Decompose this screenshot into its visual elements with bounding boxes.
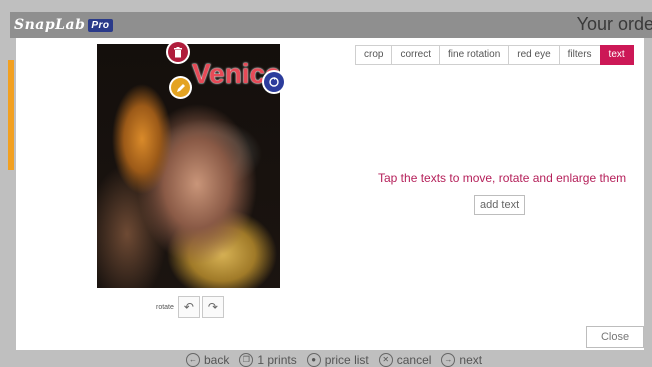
rotate-right-button[interactable]: ↷	[201, 296, 224, 318]
cancel-icon: ✕	[378, 352, 393, 367]
cancel-button[interactable]: ✕ cancel	[378, 352, 432, 367]
tab-fine-rotation[interactable]: fine rotation	[439, 45, 510, 65]
close-button[interactable]: Close	[586, 326, 644, 348]
cancel-label: cancel	[396, 352, 432, 367]
price-list-button[interactable]: ● price list	[306, 352, 369, 367]
logo: SnapLab Pro	[14, 15, 113, 35]
prints-label: 1 prints	[257, 352, 297, 367]
prints-button[interactable]: ❐ 1 prints	[239, 352, 297, 367]
tab-text[interactable]: text	[599, 45, 634, 65]
tab-correct[interactable]: correct	[391, 45, 441, 65]
rotate-label: rotate	[156, 303, 174, 311]
next-label: next	[459, 352, 483, 367]
rotate-handle-icon[interactable]	[264, 72, 284, 92]
pencil-icon[interactable]	[171, 78, 190, 97]
tab-crop[interactable]: crop	[355, 45, 393, 65]
price-list-icon: ●	[306, 352, 321, 367]
back-arrow-icon: ←	[186, 352, 200, 367]
next-button[interactable]: → next	[441, 352, 483, 367]
rotate-controls: rotate ↶ ↷	[156, 296, 226, 318]
price-list-label: price list	[324, 352, 369, 367]
rotate-right-icon: ↷	[207, 300, 218, 314]
logo-text: SnapLab	[14, 17, 86, 33]
next-arrow-icon: →	[441, 352, 456, 367]
back-label: back	[204, 352, 230, 367]
add-text-button[interactable]: add text	[474, 195, 526, 215]
photo-canvas[interactable]: Venice	[97, 42, 284, 288]
trash-icon[interactable]	[168, 42, 188, 62]
rotate-left-button[interactable]: ↶	[177, 296, 200, 318]
side-accent-strip	[8, 60, 14, 170]
prints-icon: ❐	[239, 352, 254, 367]
instruction-text: Tap the texts to move, rotate and enlarg…	[378, 171, 627, 185]
header-bar: SnapLab Pro Your orde	[10, 12, 652, 38]
logo-pro-badge: Pro	[88, 18, 113, 32]
edit-tabs: crop correct fine rotation red eye filte…	[355, 45, 634, 65]
edit-dialog: Venice rotate ↶ ↷ crop correct fine rota…	[16, 38, 644, 350]
page-title: Your orde	[576, 14, 652, 34]
tab-filters[interactable]: filters	[558, 45, 601, 65]
back-button[interactable]: ← back	[186, 352, 230, 367]
rotate-left-icon: ↶	[183, 300, 194, 314]
tab-red-eye[interactable]: red eye	[508, 45, 560, 65]
bottom-navigation: ← back ❐ 1 prints ● price list ✕ cancel …	[186, 352, 492, 367]
